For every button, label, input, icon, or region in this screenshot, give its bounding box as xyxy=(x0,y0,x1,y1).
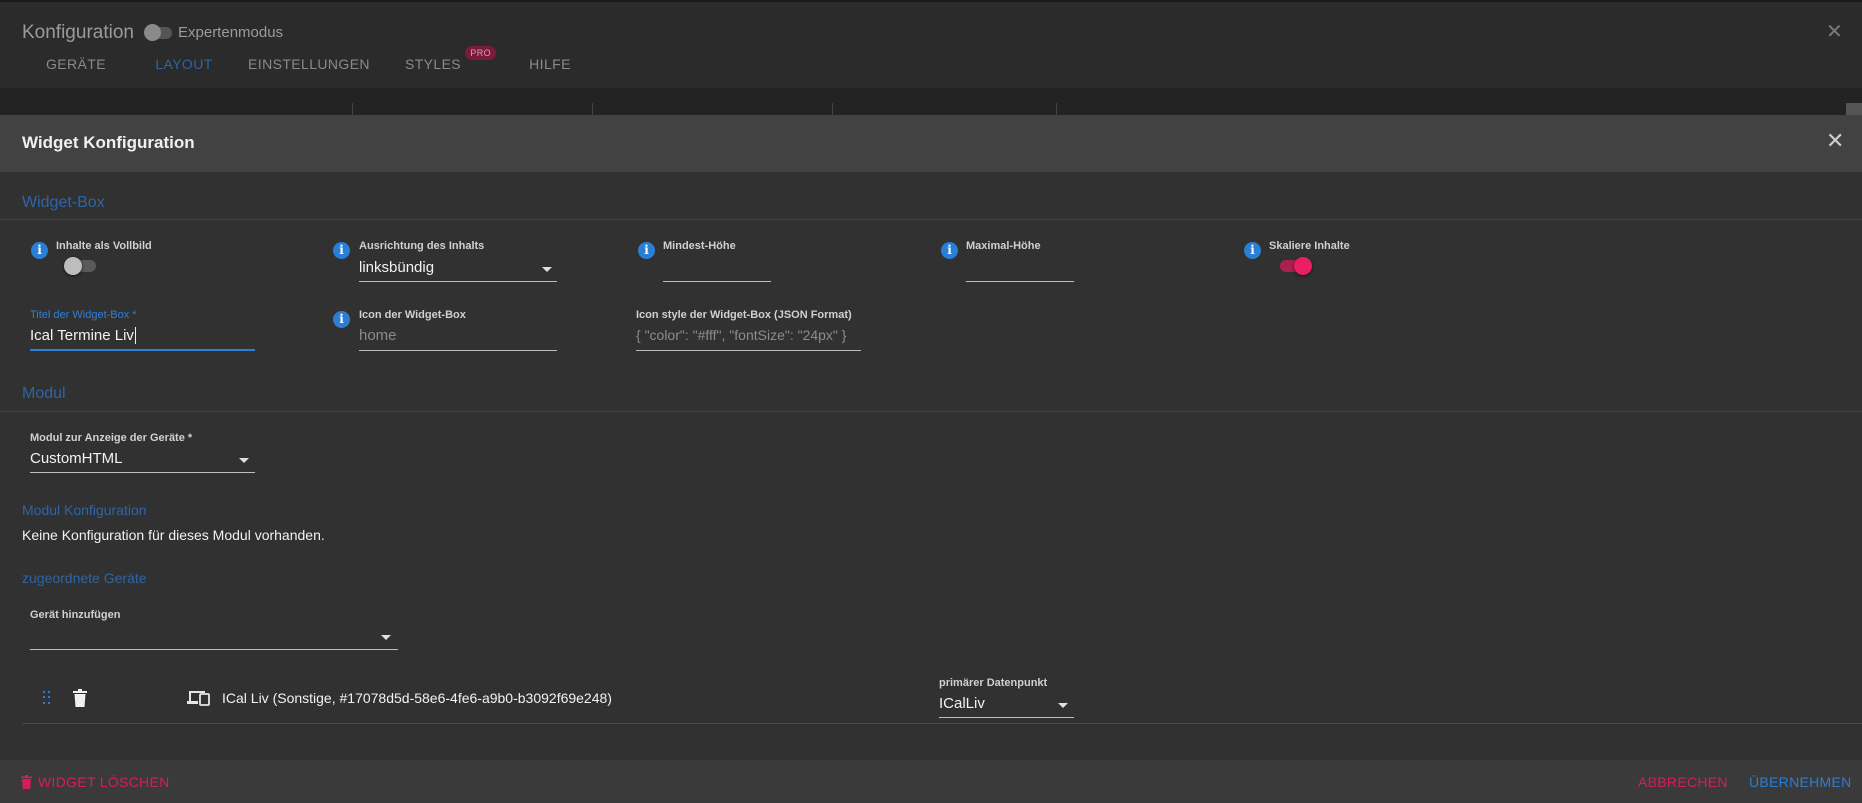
layout-preview-strip xyxy=(0,88,1862,115)
max-height-label: Maximal-Höhe xyxy=(966,240,1041,252)
device-name: ICal Liv (Sonstige, #17078d5d-58e6-4fe6-… xyxy=(222,690,612,706)
tab-geraete[interactable]: GERÄTE xyxy=(30,52,122,90)
cancel-button[interactable]: ABBRECHEN xyxy=(1638,774,1728,790)
section-title-zugeordnete-geraete: zugeordnete Geräte xyxy=(22,570,147,586)
tab-label: HILFE xyxy=(529,56,571,72)
alignment-label: Ausrichtung des Inhalts xyxy=(359,240,485,252)
section-divider xyxy=(0,411,1862,412)
section-title-modul: Modul xyxy=(22,385,66,402)
section-title-widget-box: Widget-Box xyxy=(22,194,105,211)
info-icon[interactable]: i xyxy=(638,242,655,259)
module-select-label: Modul zur Anzeige der Geräte * xyxy=(30,432,193,444)
info-icon[interactable]: i xyxy=(31,242,48,259)
widget-dialog-header: Widget Konfiguration ✕ xyxy=(0,115,1862,172)
primary-datapoint-select[interactable] xyxy=(939,717,1074,718)
max-height-input[interactable] xyxy=(966,281,1074,282)
text-cursor xyxy=(135,327,136,344)
min-height-label: Mindest-Höhe xyxy=(663,240,736,252)
widget-config-dialog: Widget Konfiguration ✕ Widget-Box i Inha… xyxy=(0,115,1862,803)
trash-icon[interactable] xyxy=(73,689,87,712)
fullscreen-switch[interactable] xyxy=(64,257,96,275)
config-dialog-title: Konfiguration xyxy=(22,22,134,43)
scale-label: Skaliere Inhalte xyxy=(1269,240,1350,252)
delete-widget-label: WIDGET LÖSCHEN xyxy=(38,774,170,790)
chevron-down-icon[interactable] xyxy=(381,635,391,640)
icon-field-input[interactable] xyxy=(359,350,557,351)
fullscreen-switch-knob xyxy=(64,257,82,275)
info-icon[interactable]: i xyxy=(333,311,350,328)
alignment-select[interactable] xyxy=(359,281,557,282)
tab-label: GERÄTE xyxy=(46,56,106,72)
apply-button[interactable]: ÜBERNEHMEN xyxy=(1749,774,1852,790)
title-field-label: Titel der Widget-Box * xyxy=(30,309,137,321)
drag-handle-icon[interactable] xyxy=(43,691,53,705)
icon-field-label: Icon der Widget-Box xyxy=(359,309,466,321)
alignment-select-value[interactable]: linksbündig xyxy=(359,259,434,276)
close-icon[interactable]: ✕ xyxy=(1826,130,1844,152)
expert-mode-toggle-knob xyxy=(144,24,161,41)
section-title-modul-konfiguration: Modul Konfiguration xyxy=(22,502,147,518)
devices-icon xyxy=(186,689,210,712)
dialog-footer: WIDGET LÖSCHEN ABBRECHEN ÜBERNEHMEN xyxy=(0,760,1862,803)
expert-mode-label: Expertenmodus xyxy=(178,24,284,41)
tab-styles[interactable]: STYLES PRO xyxy=(398,46,496,90)
title-field-input[interactable] xyxy=(30,349,255,351)
expert-mode-toggle[interactable] xyxy=(144,24,172,41)
pro-badge: PRO xyxy=(465,46,496,60)
delete-widget-button[interactable]: WIDGET LÖSCHEN xyxy=(21,774,170,792)
tab-hilfe[interactable]: HILFE xyxy=(520,52,580,90)
scale-switch-knob xyxy=(1294,257,1312,275)
no-config-text: Keine Konfiguration für dieses Modul vor… xyxy=(22,527,325,543)
icon-style-input[interactable] xyxy=(636,350,861,351)
preview-divider xyxy=(592,103,593,115)
config-tabs: GERÄTE LAYOUT EINSTELLUNGEN STYLES PRO H… xyxy=(30,46,580,90)
info-icon[interactable]: i xyxy=(333,242,350,259)
preview-divider xyxy=(1056,103,1057,115)
icon-style-label: Icon style der Widget-Box (JSON Format) xyxy=(636,309,852,321)
module-select-value[interactable]: CustomHTML xyxy=(30,450,123,467)
tab-layout[interactable]: LAYOUT xyxy=(130,52,238,90)
widget-dialog-title: Widget Konfiguration xyxy=(22,133,195,152)
trash-icon xyxy=(21,775,32,792)
tab-label: LAYOUT xyxy=(155,56,213,72)
min-height-input[interactable] xyxy=(663,281,771,282)
add-device-label: Gerät hinzufügen xyxy=(30,609,121,621)
preview-divider xyxy=(832,103,833,115)
fullscreen-label: Inhalte als Vollbild xyxy=(56,240,152,252)
primary-datapoint-label: primärer Datenpunkt xyxy=(939,677,1048,689)
module-select[interactable] xyxy=(30,472,255,473)
title-field-value[interactable]: Ical Termine Liv xyxy=(30,327,134,344)
chevron-down-icon[interactable] xyxy=(542,267,552,272)
close-icon[interactable]: ✕ xyxy=(1826,22,1843,42)
scrollbar-up[interactable] xyxy=(1846,103,1862,115)
info-icon[interactable]: i xyxy=(941,242,958,259)
icon-field-placeholder[interactable]: home xyxy=(359,327,397,344)
scale-switch[interactable] xyxy=(1280,257,1312,275)
icon-style-placeholder[interactable]: { "color": "#fff", "fontSize": "24px" } xyxy=(636,327,846,343)
tab-einstellungen[interactable]: EINSTELLUNGEN xyxy=(244,52,374,90)
chevron-down-icon[interactable] xyxy=(1058,703,1068,708)
add-device-select[interactable] xyxy=(30,649,398,650)
preview-divider xyxy=(352,103,353,115)
section-divider xyxy=(0,219,1862,220)
tab-label: EINSTELLUNGEN xyxy=(248,56,370,72)
tab-label: STYLES xyxy=(404,56,462,72)
chevron-down-icon[interactable] xyxy=(239,458,249,463)
info-icon[interactable]: i xyxy=(1244,242,1261,259)
primary-datapoint-value[interactable]: ICalLiv xyxy=(939,695,985,712)
device-row-divider xyxy=(22,723,1862,724)
